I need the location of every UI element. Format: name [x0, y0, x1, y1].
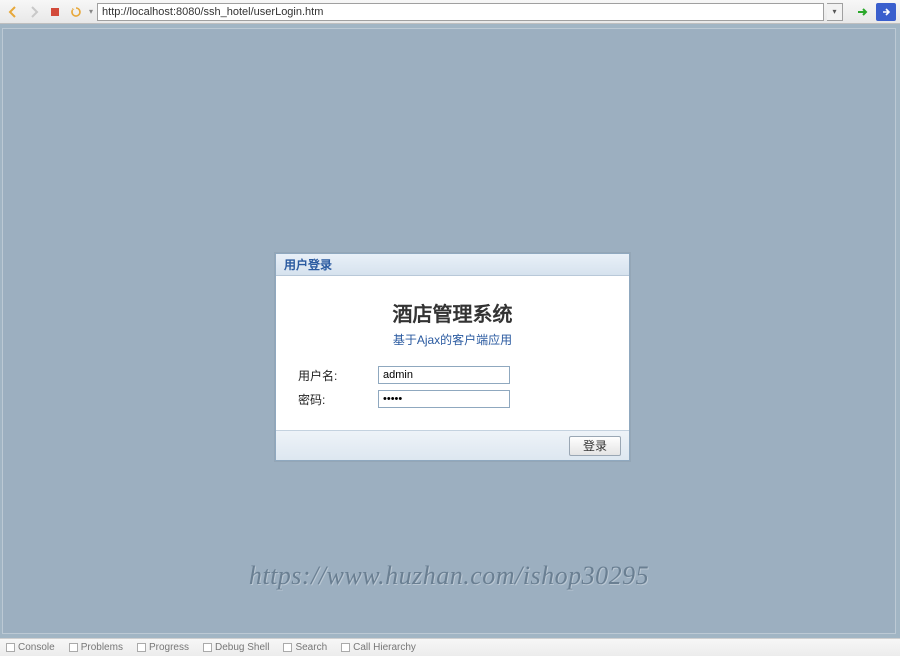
panel-body: 酒店管理系统 基于Ajax的客户端应用 用户名: 密码:	[276, 276, 629, 430]
stop-icon[interactable]	[46, 3, 64, 21]
panel-title-text: 用户登录	[284, 256, 332, 273]
tab-problems[interactable]: Problems	[69, 642, 123, 653]
console-icon	[6, 643, 15, 652]
login-button[interactable]: 登录	[569, 436, 621, 456]
panel-footer: 登录	[276, 430, 629, 460]
login-panel: 用户登录 酒店管理系统 基于Ajax的客户端应用 用户名: 密码: 登录	[275, 253, 630, 461]
panel-title: 用户登录	[276, 254, 629, 276]
browser-toolbar: ▾ ▾	[0, 0, 900, 24]
password-label: 密码:	[298, 391, 378, 408]
tab-console[interactable]: Console	[6, 642, 55, 653]
debug-label: Debug Shell	[215, 642, 269, 653]
password-input[interactable]	[378, 390, 510, 408]
problems-icon	[69, 643, 78, 652]
forward-icon[interactable]	[25, 3, 43, 21]
username-input[interactable]	[378, 366, 510, 384]
watermark-text: https://www.huzhan.com/ishop30295	[3, 561, 895, 591]
hierarchy-label: Call Hierarchy	[353, 642, 416, 653]
system-title: 酒店管理系统	[298, 298, 607, 327]
url-input[interactable]	[97, 3, 824, 21]
console-label: Console	[18, 642, 55, 653]
search-icon	[283, 643, 292, 652]
browser-viewport: 用户登录 酒店管理系统 基于Ajax的客户端应用 用户名: 密码: 登录 htt…	[0, 24, 900, 638]
system-subtitle: 基于Ajax的客户端应用	[298, 331, 607, 348]
password-row: 密码:	[298, 390, 607, 408]
status-bar: Console Problems Progress Debug Shell Se…	[0, 638, 900, 656]
tab-call-hierarchy[interactable]: Call Hierarchy	[341, 642, 416, 653]
refresh-icon[interactable]	[67, 3, 85, 21]
go-icon[interactable]	[852, 3, 872, 21]
toolbar-separator: ▾	[89, 7, 93, 16]
back-icon[interactable]	[4, 3, 22, 21]
debug-icon	[203, 643, 212, 652]
username-label: 用户名:	[298, 367, 378, 384]
progress-label: Progress	[149, 642, 189, 653]
page-body: 用户登录 酒店管理系统 基于Ajax的客户端应用 用户名: 密码: 登录 htt…	[2, 28, 896, 634]
tab-progress[interactable]: Progress	[137, 642, 189, 653]
search-label: Search	[295, 642, 327, 653]
url-dropdown-icon[interactable]: ▾	[827, 3, 843, 21]
progress-icon	[137, 643, 146, 652]
username-row: 用户名:	[298, 366, 607, 384]
problems-label: Problems	[81, 642, 123, 653]
tab-search[interactable]: Search	[283, 642, 327, 653]
hierarchy-icon	[341, 643, 350, 652]
exit-icon[interactable]	[876, 3, 896, 21]
tab-debug-shell[interactable]: Debug Shell	[203, 642, 269, 653]
